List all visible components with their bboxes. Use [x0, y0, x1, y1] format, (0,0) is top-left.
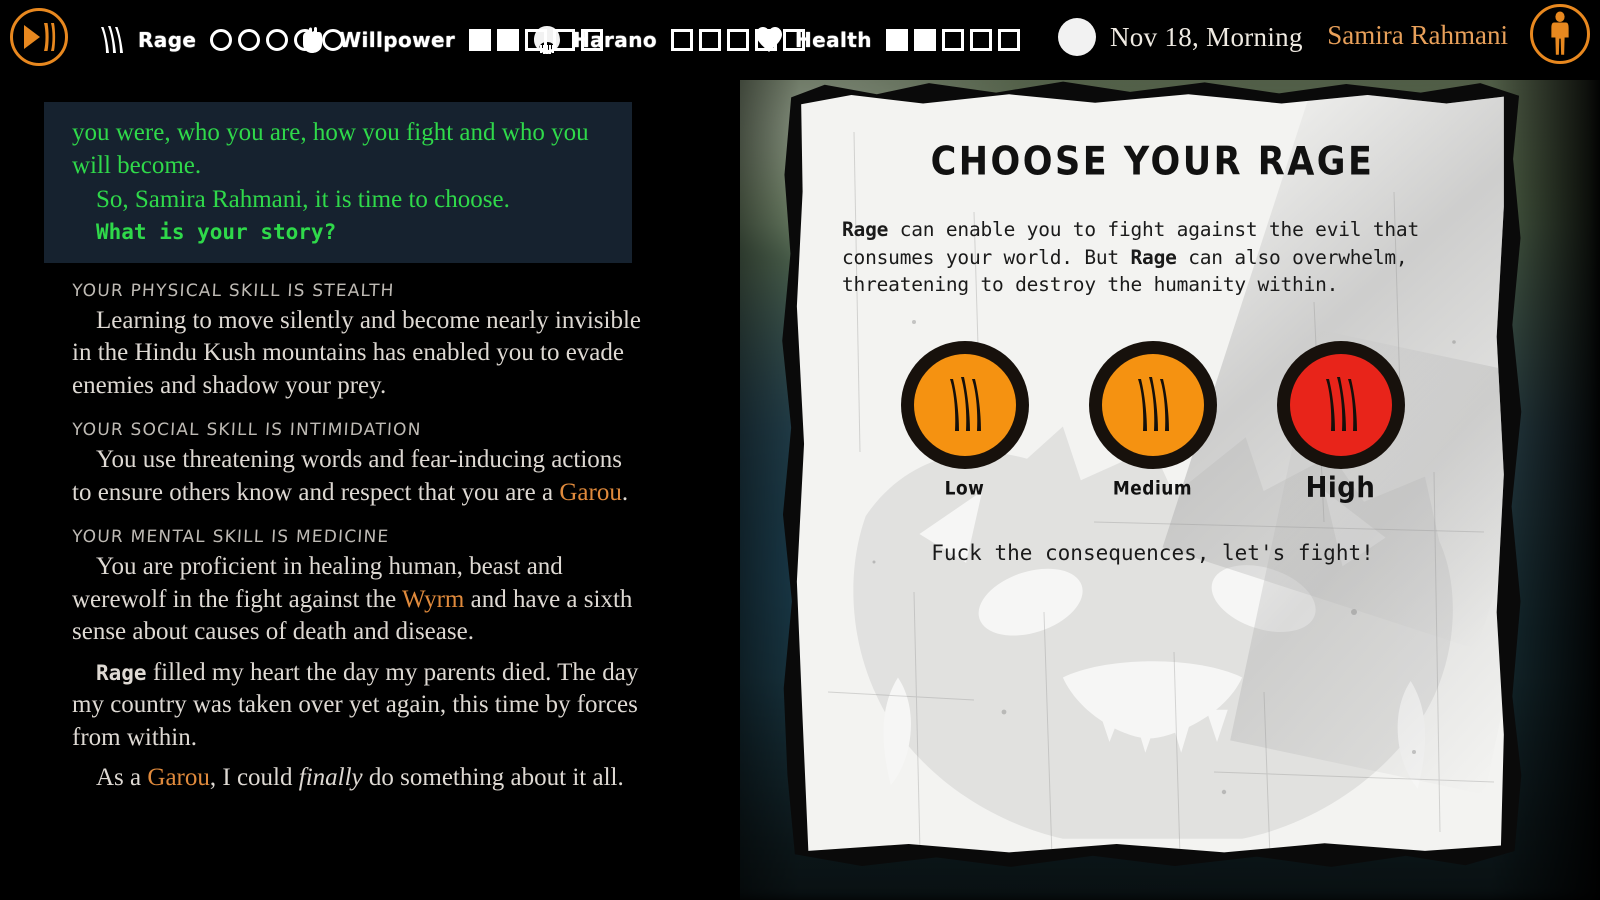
rage-label-low: Low [944, 478, 985, 501]
character-sheet-button[interactable] [1530, 4, 1590, 64]
pip[interactable] [997, 29, 1020, 51]
rage-paragraph-rest: filled my heart the day my parents died.… [72, 658, 639, 751]
rage-orb-low[interactable] [900, 341, 1029, 470]
quote-line-1: you were, who you are, how you fight and… [72, 119, 589, 180]
play-claw-icon [24, 23, 56, 51]
rage-orb-high[interactable] [1276, 341, 1405, 470]
final-emphasis: finally [298, 764, 363, 792]
skill-heading-social: YOUR SOCIAL SKILL IS INTIMIDATION [71, 420, 423, 441]
rage-option-high[interactable]: High [1276, 341, 1405, 505]
term-wyrm: Wyrm [402, 585, 465, 613]
card-description: Rage can enable you to fight against the… [838, 216, 1467, 299]
term-garou: Garou [559, 478, 622, 506]
card-term-rage-1: Rage [842, 218, 889, 241]
skull-icon [530, 23, 564, 57]
final-mid: , I could [209, 764, 299, 792]
health-pips[interactable] [885, 29, 1020, 51]
final-post: do something about it all. [362, 764, 624, 792]
claw-icon [1325, 377, 1357, 432]
term-rage: Rage [96, 660, 147, 685]
pip[interactable] [698, 29, 721, 51]
skill-body-social: You use threatening words and fear-induc… [72, 444, 647, 509]
pip[interactable] [670, 29, 693, 51]
pip[interactable] [238, 29, 261, 51]
final-paragraph: As a Garou, I could finally do something… [72, 762, 647, 795]
skill-body-physical: Learning to move silently and become nea… [72, 306, 641, 399]
term-garou-2: Garou [147, 764, 210, 792]
pip[interactable] [469, 29, 492, 51]
pip[interactable] [969, 29, 992, 51]
card-content: CHOOSE YOUR RAGE Rage can enable you to … [797, 94, 1504, 852]
card-paper: CHOOSE YOUR RAGE Rage can enable you to … [796, 94, 1504, 853]
pip[interactable] [210, 29, 233, 51]
stat-health[interactable]: Health [752, 18, 1020, 62]
card-term-rage-2: Rage [1130, 245, 1177, 269]
quote-block: you were, who you are, how you fight and… [44, 102, 632, 263]
rage-orb-medium[interactable] [1088, 341, 1217, 470]
rage-option-medium[interactable]: Medium [1088, 341, 1217, 503]
claw-icon [95, 23, 129, 57]
top-status-bar: Rage Willpower Harano Health Nov 18, Mor… [0, 0, 1600, 80]
skill-body-mental: You are proficient in healing human, bea… [72, 551, 647, 649]
game-screen: Rage Willpower Harano Health Nov 18, Mor… [0, 0, 1600, 900]
quote-line-3: What is your story? [96, 219, 337, 244]
game-logo-button[interactable] [10, 8, 68, 66]
daytime-label: Nov 18, Morning [1110, 21, 1303, 52]
choose-rage-card: CHOOSE YOUR RAGE Rage can enable you to … [780, 80, 1525, 870]
final-pre: As a [96, 764, 148, 792]
rage-label-medium: Medium [1112, 478, 1193, 501]
story-panel: you were, who you are, how you fight and… [0, 80, 700, 900]
stat-label-health: Health [795, 28, 872, 52]
skill-heading-mental: YOUR MENTAL SKILL IS MEDICINE [71, 527, 390, 548]
moon-icon [1058, 18, 1096, 56]
social-body-post: . [621, 478, 629, 506]
stat-label-rage: Rage [138, 28, 197, 52]
claw-icon [1137, 377, 1169, 432]
daytime-indicator: Nov 18, Morning [1058, 18, 1303, 56]
skill-heading-physical: YOUR PHYSICAL SKILL IS STEALTH [71, 280, 395, 301]
character-name: Samira Rahmani [1327, 20, 1508, 50]
rage-options: Low Medium High [838, 341, 1467, 505]
quote-line-2: So, Samira Rahmani, it is time to choose… [96, 185, 510, 213]
pip[interactable] [266, 29, 289, 51]
pip[interactable] [885, 29, 908, 51]
pip[interactable] [913, 29, 936, 51]
pip[interactable] [726, 29, 749, 51]
pip[interactable] [497, 29, 520, 51]
rage-option-low[interactable]: Low [900, 341, 1029, 503]
rage-paragraph: Rage filled my heart the day my parents … [72, 657, 647, 755]
rage-tagline: Fuck the consequences, let's fight! [931, 541, 1374, 566]
heart-icon [752, 23, 786, 57]
social-body-pre: You use threatening words and fear-induc… [72, 446, 623, 506]
pip[interactable] [941, 29, 964, 51]
stat-label-willpower: Willpower [339, 28, 456, 52]
rage-label-high: High [1305, 471, 1376, 505]
character-silhouette-icon [1551, 11, 1569, 55]
stat-label-harano: Harano [573, 28, 657, 52]
claw-icon [949, 377, 981, 432]
fist-icon [296, 23, 330, 57]
card-title: CHOOSE YOUR RAGE [930, 139, 1375, 185]
